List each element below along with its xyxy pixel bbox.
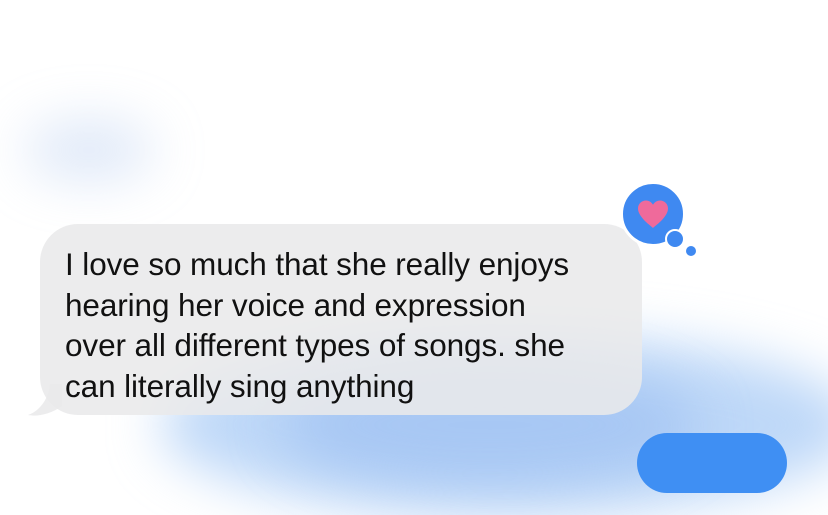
message-line: can literally sing anything (65, 367, 415, 404)
message-line: I love so much that she really enjoys (65, 246, 570, 282)
message-line: over all different types of songs. she (65, 327, 565, 363)
incoming-message-bubble[interactable]: I love so much that she really enjoys hea… (40, 224, 642, 415)
reaction-bubble-dot-large (665, 229, 685, 249)
heart-icon (638, 200, 668, 228)
outgoing-message-bubble-partial[interactable] (637, 433, 787, 493)
message-line: hearing her voice and expression (65, 286, 526, 323)
background-blur-top-left (24, 120, 154, 180)
reaction-bubble-dot-small (686, 246, 696, 256)
message-text: I love so much that she really enjoys hea… (65, 244, 618, 406)
